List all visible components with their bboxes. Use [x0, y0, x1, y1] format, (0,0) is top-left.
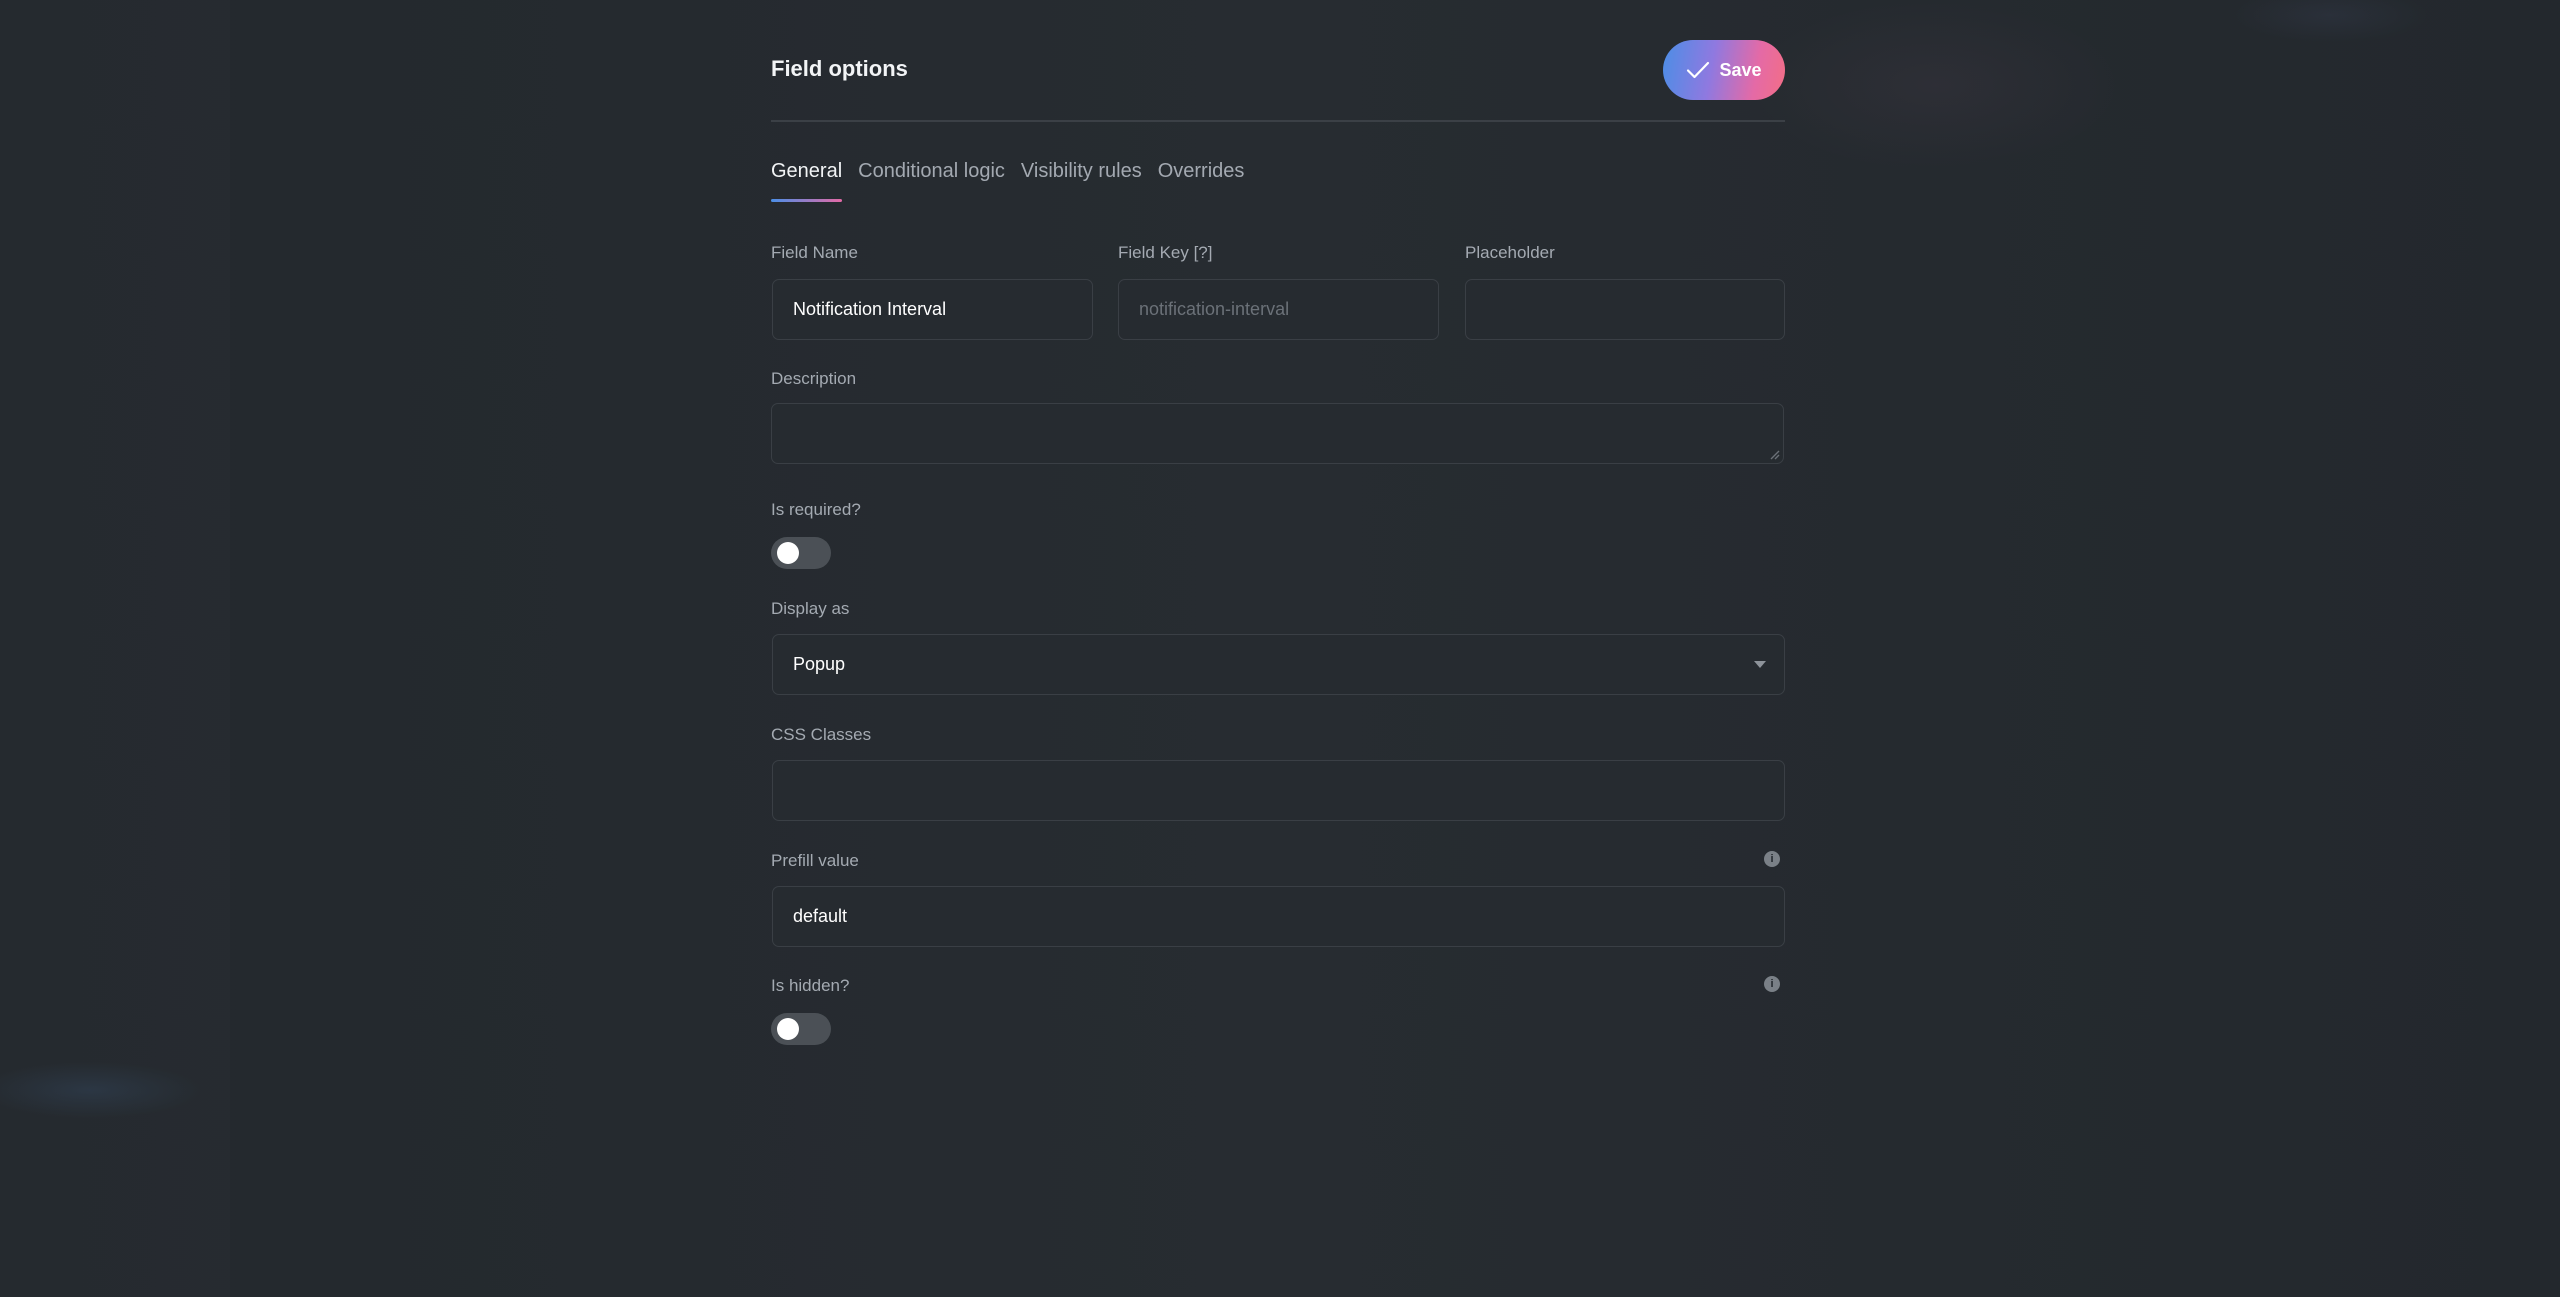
is-required-label: Is required? [771, 500, 861, 519]
tab-overrides[interactable]: Overrides [1158, 160, 1245, 202]
placeholder-input[interactable] [1465, 279, 1785, 340]
field-key-input[interactable]: notification-interval [1118, 279, 1439, 340]
display-as-selected: Popup [793, 654, 846, 674]
tab-conditional-logic[interactable]: Conditional logic [858, 160, 1005, 202]
prefill-label: Prefill value [771, 851, 859, 870]
toggle-knob [777, 542, 799, 564]
field-name-input[interactable]: Notification Interval [772, 279, 1093, 340]
tab-bar: General Conditional logic Visibility rul… [771, 160, 1244, 202]
caret-down-icon [1754, 661, 1766, 668]
prefill-value: default [793, 906, 848, 926]
prefill-input[interactable]: default [772, 886, 1785, 947]
toggle-knob [777, 1018, 799, 1040]
tab-visibility-rules[interactable]: Visibility rules [1021, 160, 1142, 202]
is-hidden-label: Is hidden? [771, 976, 850, 995]
is-required-toggle[interactable] [771, 537, 831, 569]
field-name-label: Field Name [771, 243, 858, 262]
description-textarea[interactable] [771, 403, 1784, 464]
tab-general[interactable]: General [771, 160, 843, 202]
save-button-label: Save [1719, 59, 1762, 80]
resize-grip-icon[interactable] [1768, 448, 1780, 460]
display-as-label: Display as [771, 599, 850, 618]
prefill-info-icon[interactable]: i [1764, 851, 1780, 867]
panel-header: Field options Save [771, 40, 1785, 122]
is-hidden-info-icon[interactable]: i [1764, 976, 1780, 992]
field-name-value: Notification Interval [793, 299, 947, 319]
field-key-placeholder: notification-interval [1139, 299, 1290, 319]
panel-title: Field options [771, 56, 908, 81]
checkmark-icon [1687, 61, 1710, 79]
css-classes-label: CSS Classes [771, 725, 872, 744]
save-button[interactable]: Save [1663, 40, 1785, 100]
placeholder-label: Placeholder [1465, 243, 1555, 262]
css-classes-input[interactable] [772, 760, 1785, 821]
field-key-label: Field Key [?] [1118, 243, 1213, 262]
is-hidden-toggle[interactable] [771, 1013, 831, 1045]
description-label: Description [771, 369, 857, 388]
field-options-panel: Field options Save General Conditional l… [771, 0, 1785, 1297]
display-as-select[interactable]: Popup [772, 634, 1785, 695]
blurred-sidebar [0, 0, 230, 1297]
